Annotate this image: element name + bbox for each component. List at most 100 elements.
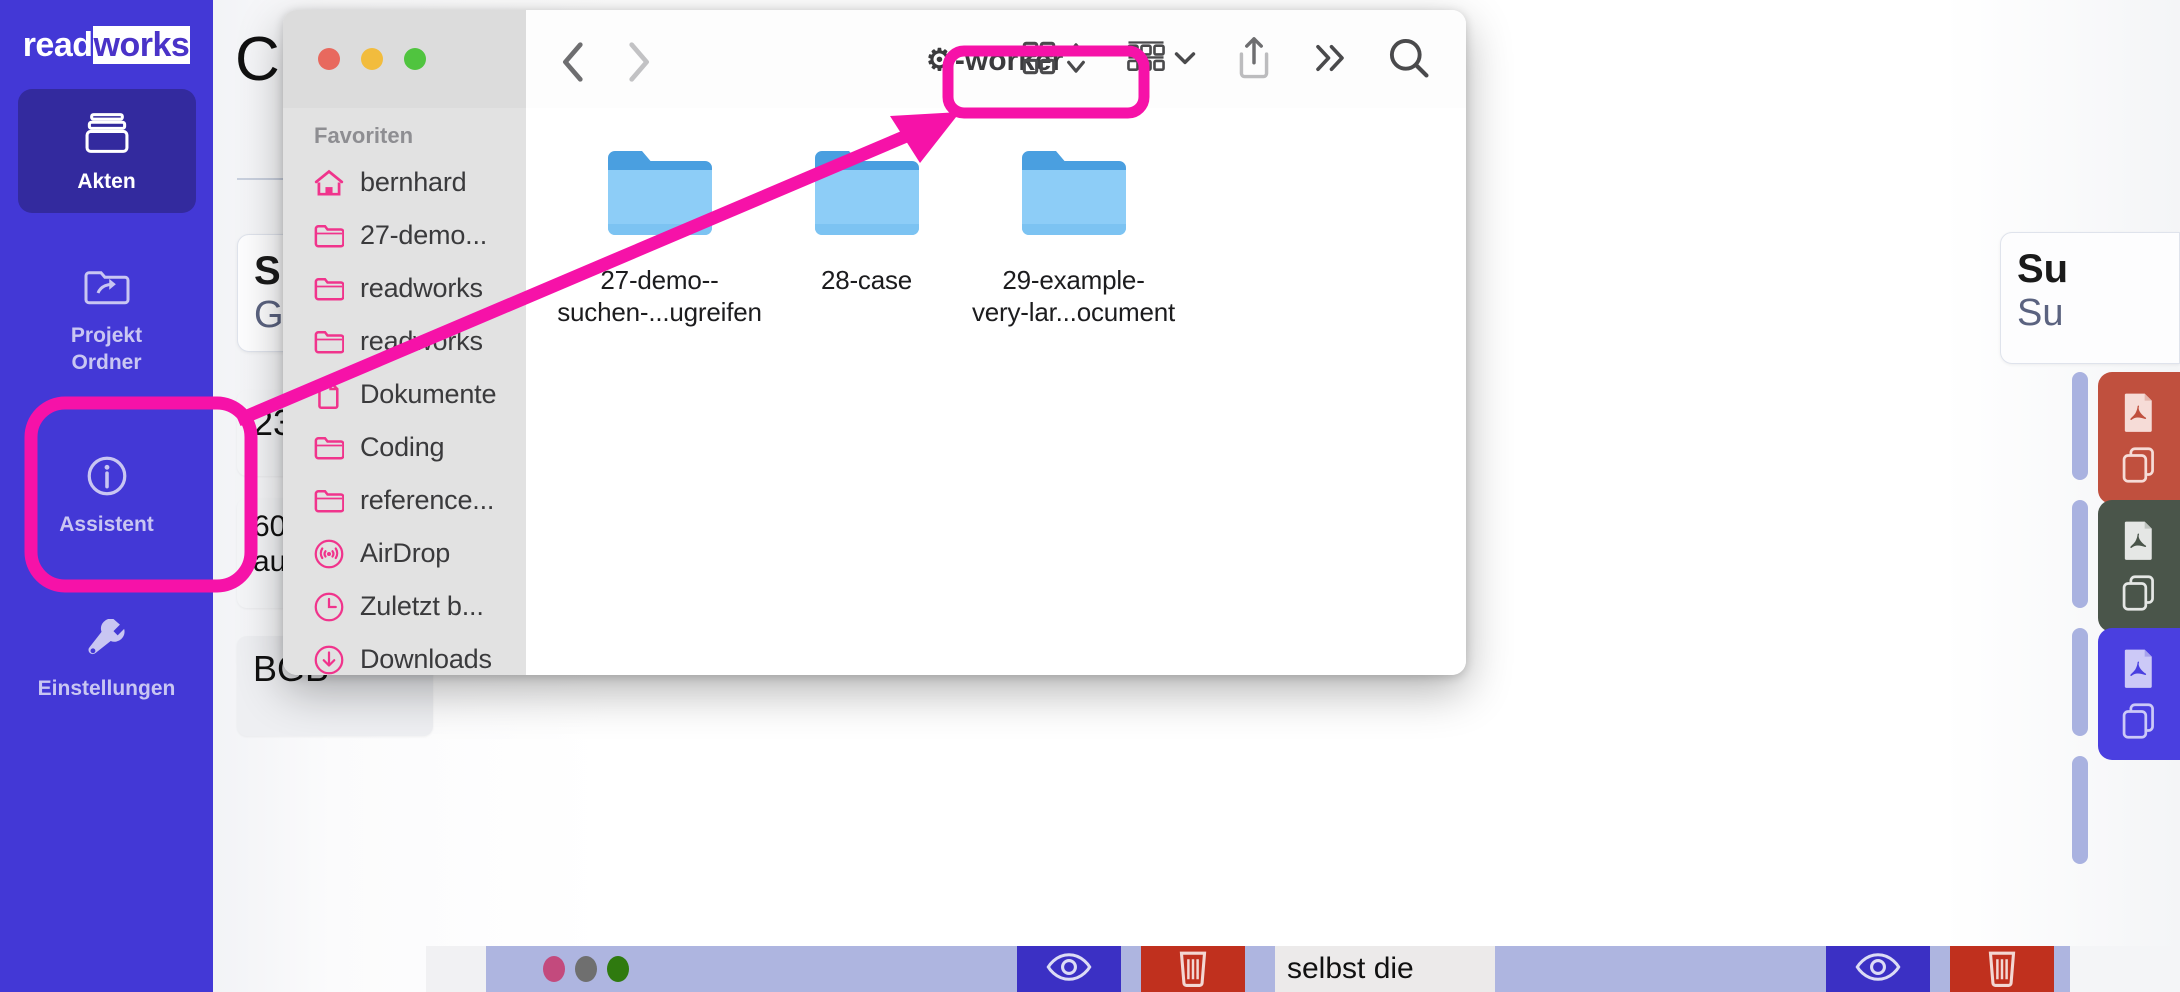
close-button[interactable] bbox=[318, 48, 340, 70]
maximize-button[interactable] bbox=[404, 48, 426, 70]
document-action-card[interactable] bbox=[2098, 500, 2180, 632]
folder-item[interactable]: 29-example-very-lar...ocument bbox=[970, 144, 1177, 328]
rail-chip bbox=[2072, 500, 2088, 608]
sidebar-item-airdrop[interactable]: AirDrop bbox=[283, 527, 526, 580]
sidebar-item-27-demo[interactable]: 27-demo... bbox=[283, 209, 526, 262]
view-mode-control[interactable] bbox=[1022, 39, 1087, 82]
copy-icon bbox=[2121, 574, 2157, 612]
sidebar-item-coding[interactable]: Coding bbox=[283, 421, 526, 474]
folder-icon bbox=[314, 221, 344, 251]
folder-icon bbox=[811, 144, 923, 247]
preview-button[interactable] bbox=[1017, 946, 1121, 992]
strip-spacer bbox=[426, 946, 486, 992]
folder-icon bbox=[314, 327, 344, 357]
group-view-icon bbox=[1127, 39, 1165, 82]
document-action-card[interactable] bbox=[2098, 372, 2180, 504]
sidebar-item-dokumente[interactable]: Dokumente bbox=[283, 368, 526, 421]
sidebar-item-assistent[interactable]: Assistent bbox=[18, 432, 196, 556]
sidebar-item-assistent-label: Assistent bbox=[59, 512, 154, 536]
row-note-text: selbst die bbox=[1275, 946, 1495, 992]
sidebar-item-reference[interactable]: reference... bbox=[283, 474, 526, 527]
brand-prefix: read bbox=[22, 26, 93, 64]
strip-gap bbox=[1121, 946, 1141, 992]
sidebar-item-downloads[interactable]: Downloads bbox=[283, 633, 526, 675]
strip-fill bbox=[686, 946, 1017, 992]
sidebar-item-27-demo-label: 27-demo... bbox=[360, 220, 488, 250]
chevron-down-icon bbox=[1174, 49, 1196, 72]
finder-toolbar-actions bbox=[1022, 36, 1430, 85]
minimize-button[interactable] bbox=[361, 48, 383, 70]
strip-end bbox=[2070, 946, 2180, 992]
folder-item-label: 27-demo-- suchen-...ugreifen bbox=[557, 265, 762, 327]
wrench-icon bbox=[84, 618, 130, 662]
sidebar-item-akten[interactable]: Akten bbox=[17, 89, 196, 214]
eye-icon bbox=[1046, 950, 1092, 989]
summary-card-right-sub: Su bbox=[2017, 292, 2064, 334]
rail-chip bbox=[2072, 372, 2088, 480]
copy-icon bbox=[2121, 702, 2157, 740]
status-dot-grey bbox=[575, 956, 597, 982]
sidebar-item-zuletzt-benutzt-label: Zuletzt b... bbox=[360, 591, 484, 621]
folder-icon bbox=[314, 486, 344, 516]
download-icon bbox=[314, 645, 344, 675]
clock-icon bbox=[314, 592, 344, 622]
info-circle-icon bbox=[86, 454, 128, 498]
forward-button[interactable] bbox=[623, 40, 653, 82]
sidebar-item-projekt-ordner-label: Projekt Ordner bbox=[70, 324, 143, 374]
sidebar-item-readworks-1[interactable]: readworks bbox=[283, 262, 526, 315]
sidebar-item-zuletzt-benutzt[interactable]: Zuletzt b... bbox=[283, 580, 526, 633]
sidebar-item-bernhard[interactable]: bernhard bbox=[283, 156, 526, 209]
window-controls[interactable] bbox=[318, 48, 426, 70]
group-by-control[interactable] bbox=[1127, 39, 1196, 82]
sort-chevrons-icon bbox=[1065, 39, 1087, 82]
summary-card-right[interactable]: Su Su bbox=[2000, 232, 2180, 364]
sidebar-item-projekt-ordner[interactable]: Projekt Ordner bbox=[18, 243, 196, 394]
status-dot-green bbox=[607, 956, 629, 982]
sidebar-item-akten-label: Akten bbox=[77, 170, 136, 193]
finder-window[interactable]: Favoriten bernhard 27-demo... readworks … bbox=[283, 10, 1466, 675]
row-status-dots bbox=[486, 946, 686, 992]
grid-view-icon bbox=[1022, 41, 1056, 80]
back-button[interactable] bbox=[559, 40, 589, 82]
airdrop-icon bbox=[314, 539, 344, 569]
strip-gap bbox=[2054, 946, 2070, 992]
sidebar-item-downloads-label: Downloads bbox=[360, 644, 492, 674]
folder-item[interactable]: 28-case bbox=[763, 144, 970, 328]
folder-item[interactable]: 27-demo-- suchen-...ugreifen bbox=[556, 144, 763, 328]
finder-nav-buttons bbox=[559, 40, 653, 82]
rail-chip bbox=[2072, 628, 2088, 736]
search-button[interactable] bbox=[1388, 37, 1430, 84]
copy-icon bbox=[2121, 446, 2157, 484]
summary-card-right-title: Su bbox=[2017, 247, 2069, 291]
strip-gap bbox=[1245, 946, 1275, 992]
rail-chip bbox=[2072, 756, 2088, 864]
sidebar-item-readworks-2[interactable]: readworks bbox=[283, 315, 526, 368]
sidebar-item-coding-label: Coding bbox=[360, 432, 445, 462]
preview-button[interactable] bbox=[1826, 946, 1930, 992]
document-icon bbox=[314, 380, 344, 410]
folder-share-icon bbox=[83, 265, 131, 309]
row-action-strip: selbst die bbox=[426, 946, 2180, 992]
archive-box-icon bbox=[84, 111, 130, 155]
home-icon bbox=[314, 168, 344, 198]
folder-icon bbox=[314, 433, 344, 463]
sidebar-item-reference-label: reference... bbox=[360, 485, 495, 515]
sidebar-item-readworks-1-label: readworks bbox=[360, 273, 483, 303]
finder-content[interactable]: 27-demo-- suchen-...ugreifen 28-case 29-… bbox=[526, 108, 1466, 675]
document-action-card[interactable] bbox=[2098, 628, 2180, 760]
eye-icon bbox=[1855, 950, 1901, 989]
delete-button[interactable] bbox=[1950, 946, 2054, 992]
gear-icon: ⚙ bbox=[926, 44, 953, 77]
sidebar-item-einstellungen[interactable]: Einstellungen bbox=[18, 596, 196, 720]
sidebar-item-readworks-2-label: readworks bbox=[360, 326, 483, 356]
pdf-file-icon bbox=[2122, 520, 2156, 560]
strip-fill bbox=[1495, 946, 1826, 992]
page-title: C bbox=[235, 25, 280, 94]
brand-highlight: works bbox=[92, 26, 191, 64]
sidebar-item-airdrop-label: AirDrop bbox=[360, 538, 451, 568]
strip-gap bbox=[1930, 946, 1950, 992]
share-button[interactable] bbox=[1236, 36, 1272, 85]
finder-toolbar: ⚙ -worker bbox=[526, 10, 1466, 108]
delete-button[interactable] bbox=[1141, 946, 1245, 992]
more-actions-button[interactable] bbox=[1312, 40, 1348, 81]
